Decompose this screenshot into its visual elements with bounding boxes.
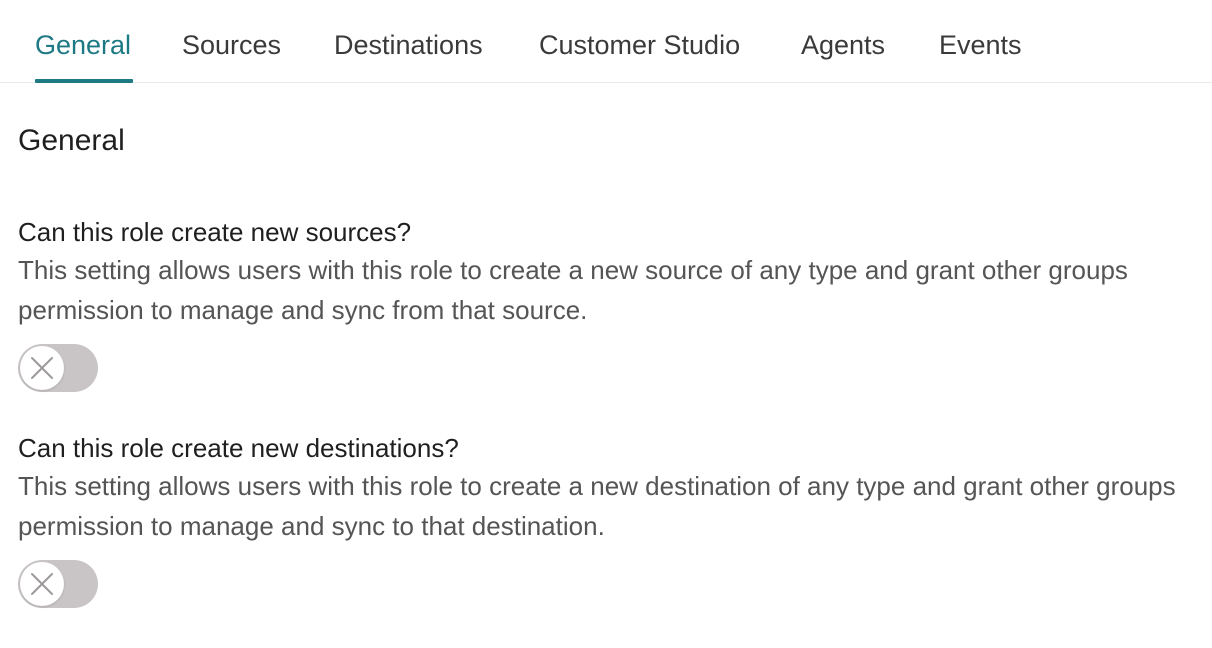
toggle-knob [20,346,64,390]
tab-events[interactable]: Events [939,28,1022,62]
tab-destinations[interactable]: Destinations [334,28,483,62]
active-tab-indicator [35,79,133,83]
section-title: General [18,124,125,157]
close-icon [31,357,53,379]
tab-bar: General Sources Destinations Customer St… [0,0,1212,83]
tab-agents[interactable]: Agents [801,28,885,62]
setting-title: Can this role create new sources? [18,217,412,247]
setting-title: Can this role create new destinations? [18,433,459,463]
tab-customer-studio[interactable]: Customer Studio [539,28,740,62]
setting-create-sources: Can this role create new sources? This s… [18,216,1198,392]
toggle-knob [20,562,64,606]
setting-description: This setting allows users with this role… [18,471,1176,541]
tab-general[interactable]: General [35,28,131,62]
tab-sources[interactable]: Sources [182,28,281,62]
close-icon [31,573,53,595]
setting-create-destinations: Can this role create new destinations? T… [18,432,1198,608]
create-sources-toggle[interactable] [18,344,98,392]
create-destinations-toggle[interactable] [18,560,98,608]
setting-description: This setting allows users with this role… [18,255,1128,325]
